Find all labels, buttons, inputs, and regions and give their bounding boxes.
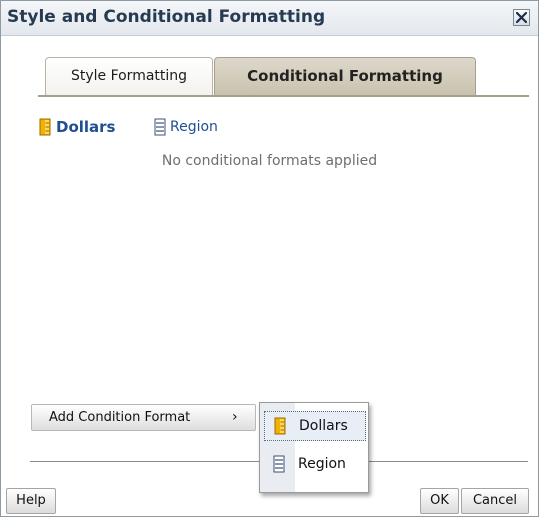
menu-item-dollars-label: Dollars — [299, 418, 348, 434]
help-button-label: Help — [16, 493, 46, 508]
tab-style-formatting-label: Style Formatting — [70, 68, 188, 84]
ok-button[interactable]: OK — [420, 488, 459, 514]
tab-conditional-formatting[interactable]: Conditional Formatting — [214, 57, 476, 95]
cancel-button-label: Cancel — [472, 493, 518, 508]
close-button[interactable] — [513, 9, 530, 26]
tab-strip: Style Formatting Conditional Formatting — [1, 53, 538, 97]
attribute-column-icon — [273, 455, 285, 473]
measure-column-icon — [39, 118, 51, 136]
attribute-column-icon — [154, 118, 166, 136]
measure-column-icon — [274, 417, 286, 435]
tab-style-formatting[interactable]: Style Formatting — [45, 57, 213, 95]
chevron-right-icon: › — [232, 409, 238, 425]
add-condition-format-label: Add Condition Format — [49, 410, 191, 425]
column-region[interactable]: Region — [154, 115, 218, 139]
tab-conditional-formatting-label: Conditional Formatting — [247, 67, 443, 85]
close-icon — [516, 12, 527, 23]
column-region-label: Region — [170, 119, 218, 135]
column-dollars-label: Dollars — [56, 118, 116, 136]
column-popup-menu: Dollars Region — [259, 402, 369, 493]
add-condition-format-button[interactable]: Add Condition Format › — [31, 404, 256, 431]
menu-item-region[interactable]: Region — [264, 449, 366, 479]
column-dollars[interactable]: Dollars — [39, 115, 116, 139]
dialog-title: Style and Conditional Formatting — [7, 7, 326, 27]
cancel-button[interactable]: Cancel — [461, 488, 529, 514]
help-button[interactable]: Help — [6, 488, 56, 514]
tab-underline — [38, 95, 529, 97]
dialog-titlebar[interactable]: Style and Conditional Formatting — [1, 1, 538, 36]
style-conditional-formatting-dialog: Style and Conditional Formatting Style F… — [0, 0, 539, 517]
empty-state-message: No conditional formats applied — [161, 153, 378, 169]
menu-item-region-label: Region — [298, 456, 346, 472]
ok-button-label: OK — [430, 493, 449, 508]
menu-item-dollars[interactable]: Dollars — [264, 411, 366, 441]
